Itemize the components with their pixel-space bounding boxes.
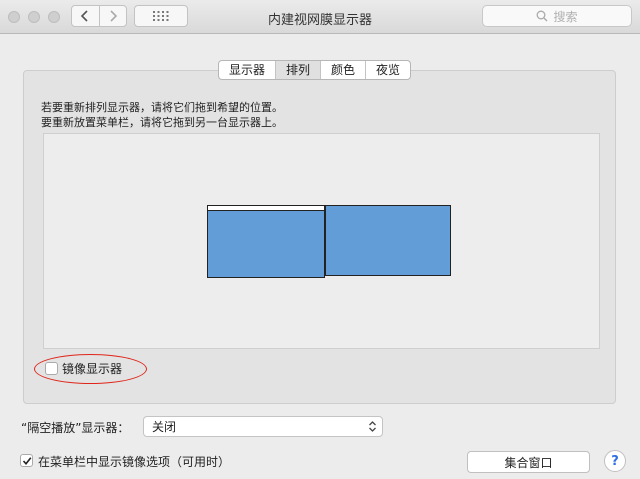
mirror-displays-checkbox[interactable] xyxy=(45,362,58,375)
instruction-rearrange: 若要重新排列显示器，请将它们拖到希望的位置。 xyxy=(41,101,283,114)
airplay-label: “隔空播放”显示器： xyxy=(21,421,130,435)
help-button[interactable]: ? xyxy=(604,450,626,472)
tab-bar: 显示器 排列 颜色 夜览 xyxy=(218,60,412,80)
tab-arrangement[interactable]: 排列 xyxy=(275,61,321,79)
tab-color[interactable]: 颜色 xyxy=(320,61,365,79)
display-arrangement-area xyxy=(43,133,600,349)
airplay-select[interactable]: 关闭 xyxy=(143,416,383,437)
search-icon xyxy=(537,10,548,22)
search-input[interactable]: 搜索 xyxy=(482,5,632,27)
gather-windows-button[interactable]: 集合窗口 xyxy=(467,451,590,473)
show-mirroring-options-checkbox[interactable] xyxy=(20,454,33,467)
menu-bar-handle[interactable] xyxy=(208,206,324,211)
show-mirroring-options-label: 在菜单栏中显示镜像选项（可用时） xyxy=(38,455,231,469)
mirror-displays-label: 镜像显示器 xyxy=(62,362,123,376)
tab-display[interactable]: 显示器 xyxy=(219,61,275,79)
airplay-select-value: 关闭 xyxy=(152,420,177,434)
checkmark-icon xyxy=(22,456,31,465)
tab-night-shift[interactable]: 夜览 xyxy=(365,61,410,79)
chevron-updown-icon xyxy=(369,421,376,432)
secondary-display[interactable] xyxy=(325,205,451,276)
instruction-menubar: 要重新放置菜单栏，请将它拖到另一台显示器上。 xyxy=(41,116,283,129)
main-display[interactable] xyxy=(207,205,325,278)
search-placeholder: 搜索 xyxy=(553,9,578,24)
title-bar: 内建视网膜显示器 搜索 xyxy=(0,0,640,34)
